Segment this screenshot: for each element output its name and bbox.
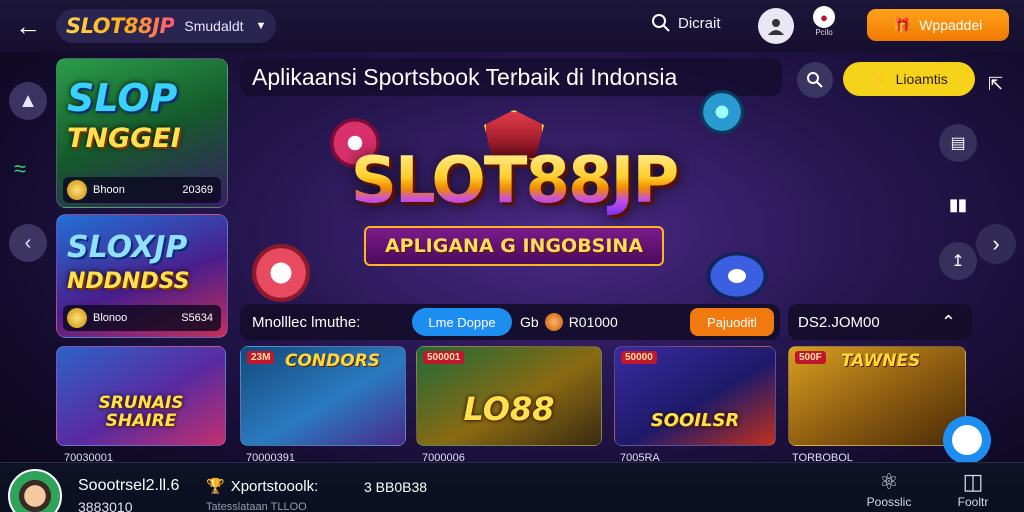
card-subtitle: TNGGEI <box>67 123 181 154</box>
page-title: Aplikaansi Sportsbook Terbaik di Indonsi… <box>240 58 782 96</box>
game-thumb[interactable]: 500F TAWNES <box>788 346 966 446</box>
chat-fab[interactable] <box>943 416 991 464</box>
sportsbook-sub: Tatesslataan TLLOO <box>206 501 307 512</box>
sportsbook-link[interactable]: 🏆 Xportstooolk: <box>206 477 319 496</box>
puzzle-icon: ⚛ <box>879 469 899 494</box>
top-bar: ← SLOT88JP Smudaldt ▼ Dicrait ● Pcilo 🎁 … <box>0 0 1024 52</box>
user-name: Soootrsel2.ll.6 <box>78 477 180 494</box>
card-footer-value: 20369 <box>182 184 213 196</box>
filter-icon: ◫ <box>962 469 984 494</box>
card-footer: Bhoon 20369 <box>63 177 221 203</box>
mascot-icon: ● <box>813 6 835 28</box>
live-button-label: Lioamtis <box>895 71 948 87</box>
card-footer-label: Bhoon <box>93 184 125 196</box>
cards-icon[interactable]: ▮▮ <box>939 186 977 224</box>
search-icon <box>652 14 670 32</box>
mascot-label: Pcilo <box>815 28 833 37</box>
promo-button[interactable]: 🎁 Wppaddei <box>867 9 1009 41</box>
brand-subtitle: Smudaldt <box>184 18 244 34</box>
bolt-icon: ⚡ <box>870 70 888 87</box>
filter-bar: Mnolllec lmuthe: Lme Doppe Gb R01000 Paj… <box>240 304 780 340</box>
thumb-tag: 23M <box>247 351 275 364</box>
thumb-title: SOOILSR <box>650 410 740 432</box>
game-card[interactable]: SLOP TNGGEI Bhoon 20369 <box>56 58 228 208</box>
coin-icon <box>67 308 87 328</box>
card-footer: Blonoo S5634 <box>63 305 221 331</box>
hero-ribbon: APLIGANA G INGOBSINA <box>364 226 664 266</box>
chevron-left-icon[interactable]: ‹ <box>9 224 47 262</box>
game-card[interactable]: SLOXJP NDDNDSS Blonoo S5634 <box>56 214 228 338</box>
gallery-icon[interactable]: ▲ <box>9 82 47 120</box>
game-thumb[interactable]: 500001 LO88 <box>416 346 602 446</box>
mascot-button[interactable]: ● Pcilo <box>808 6 840 46</box>
filter-label: Mnolllec lmuthe: <box>252 313 361 331</box>
sportsbook-label: Xportstooolk: <box>230 477 319 495</box>
hero-logo: SLOT88JP APLIGANA G INGOBSINA <box>334 110 694 280</box>
live-button[interactable]: ⚡ Lioamtis <box>843 62 975 96</box>
card-footer-label: Blonoo <box>93 312 128 324</box>
trophy-icon: 🏆 <box>206 478 225 495</box>
hero-logo-text: SLOT88JP <box>334 144 694 218</box>
game-thumb[interactable]: 50000 SOOILSR <box>614 346 776 446</box>
avatar[interactable] <box>8 469 62 512</box>
search-icon[interactable] <box>797 62 833 98</box>
user-id: 3883010 <box>78 499 133 512</box>
card-title: SLOXJP <box>67 230 188 265</box>
back-arrow-icon[interactable]: ← <box>10 8 46 44</box>
user-icon <box>768 19 784 35</box>
filter-pill[interactable]: Lme Doppe <box>412 308 512 336</box>
decor-chip <box>706 252 768 300</box>
brand-selector[interactable]: SLOT88JP Smudaldt ▼ <box>56 9 276 43</box>
nav-promo[interactable]: ⚛ Poosslic <box>854 469 924 509</box>
thumb-title: SRUNAIS SHAIRE <box>98 393 184 432</box>
search-button[interactable]: Dicrait <box>652 14 721 32</box>
amount-value: DS2.JOM00 <box>798 313 880 331</box>
thumb-title: CONDORS <box>285 351 381 371</box>
chevron-down-icon: ▼ <box>255 20 267 32</box>
thumb-tag: 500001 <box>423 351 465 364</box>
user-profile-button[interactable] <box>758 8 794 44</box>
card-title: SLOP <box>67 76 178 120</box>
gift-icon: 🎁 <box>893 16 912 33</box>
game-thumb[interactable]: 23M CONDORS <box>240 346 406 446</box>
coin-icon <box>67 180 87 200</box>
nav-filter-label: Fooltr <box>957 495 989 509</box>
chevron-right-icon[interactable]: › <box>976 224 1016 264</box>
balance-value: R01000 <box>568 314 618 330</box>
decor-chip <box>252 244 310 302</box>
thumb-tag: 500F <box>795 351 826 364</box>
coin-icon <box>544 313 563 331</box>
nav-promo-label: Poosslic <box>866 495 912 509</box>
promo-label: Wppaddei <box>919 17 983 33</box>
decor-chip <box>700 90 744 134</box>
balance-display: Gb R01000 <box>520 313 618 331</box>
brand-logo: SLOT88JP <box>66 14 175 38</box>
balance-prefix: Gb <box>520 314 539 330</box>
deposit-button[interactable]: Pajuoditl <box>690 308 774 336</box>
thumb-title: LO88 <box>463 390 555 429</box>
game-thumb[interactable]: SRUNAIS SHAIRE <box>56 346 226 446</box>
card-footer-value: S5634 <box>181 312 213 324</box>
thumb-title: TAWNES <box>841 351 921 371</box>
thumb-tag: 50000 <box>621 351 657 364</box>
game-thumbnails: SRUNAIS SHAIRE 23M CONDORS 500001 LO88 5… <box>56 346 970 446</box>
wifi-icon: ≈ <box>14 156 27 181</box>
card-subtitle: NDDNDSS <box>67 269 190 294</box>
expand-icon[interactable]: ⇱ <box>988 74 1003 95</box>
nav-filter[interactable]: ◫ Fooltr <box>938 469 1008 509</box>
left-rail: ▲ ≈ ‹ <box>0 58 52 458</box>
amount-box[interactable]: DS2.JOM00 ⌃ <box>788 304 972 340</box>
search-label: Dicrait <box>678 14 721 32</box>
share-icon[interactable]: ↥ <box>939 242 977 280</box>
bag-icon[interactable]: ▤ <box>939 124 977 162</box>
chevron-up-icon[interactable]: ⌃ <box>941 312 956 333</box>
bottom-bar: Soootrsel2.ll.6 3883010 🏆 Xportstooolk: … <box>0 462 1024 512</box>
chat-icon <box>952 425 982 455</box>
bottom-amount: 3 BB0B38 <box>364 479 428 495</box>
